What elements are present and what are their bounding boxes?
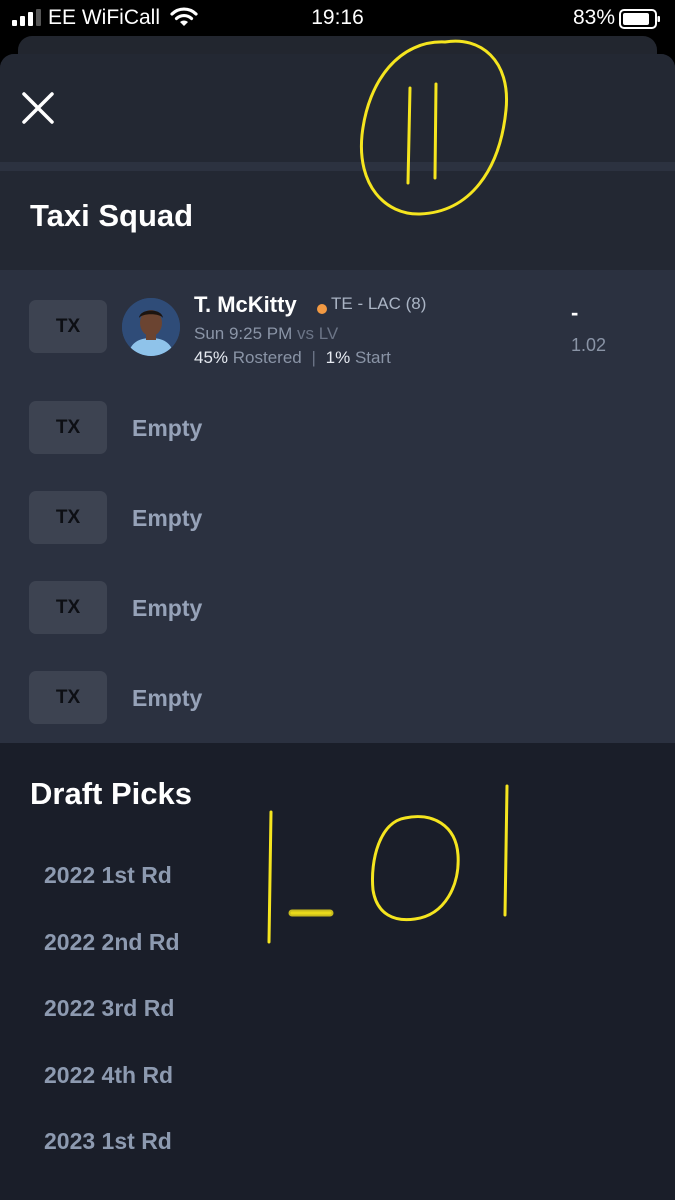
draft-pick-item[interactable]: 2022 2nd Rd xyxy=(44,929,180,956)
status-bar: EE WiFiCall 19:16 83% xyxy=(0,0,675,38)
battery-percent: 83% xyxy=(572,6,615,29)
roster-sheet: Taxi Squad TX T. McKitty TE - LAC (8) Su… xyxy=(0,54,675,1200)
pick-value: 1.02 xyxy=(571,335,607,355)
taxi-slot-badge[interactable]: TX xyxy=(29,401,107,454)
player-name[interactable]: T. McKitty xyxy=(194,292,297,318)
player-position-team: TE - LAC (8) xyxy=(331,294,427,313)
taxi-squad-list: TX T. McKitty TE - LAC (8) Sun 9:25 PM v… xyxy=(0,270,675,743)
battery-icon xyxy=(619,9,660,29)
start-percent: 1% xyxy=(325,348,351,367)
rostered-percent: 45% xyxy=(194,348,229,367)
draft-pick-item[interactable]: 2022 3rd Rd xyxy=(44,995,174,1022)
draft-pick-item[interactable]: 2022 1st Rd xyxy=(44,862,172,889)
taxi-slot-badge[interactable]: TX xyxy=(29,581,107,634)
taxi-slot-badge[interactable]: TX xyxy=(29,300,107,353)
start-label: Start xyxy=(354,348,391,367)
projection-dash: - xyxy=(571,300,579,325)
stats-separator: | xyxy=(311,348,316,367)
game-time: Sun 9:25 PM xyxy=(194,324,293,343)
empty-slot-label[interactable]: Empty xyxy=(132,505,202,532)
draft-pick-item[interactable]: 2022 4th Rd xyxy=(44,1062,173,1089)
draft-picks-title: Draft Picks xyxy=(30,776,192,811)
header-divider xyxy=(0,162,675,171)
empty-slot-label[interactable]: Empty xyxy=(132,595,202,622)
taxi-squad-title: Taxi Squad xyxy=(30,198,194,233)
draft-pick-item[interactable]: 2023 1st Rd xyxy=(44,1128,172,1155)
player-stats: 45% Rostered | 1% Start xyxy=(194,348,391,368)
sheet-header xyxy=(0,54,675,162)
empty-slot-label[interactable]: Empty xyxy=(132,685,202,712)
taxi-slot-badge[interactable]: TX xyxy=(29,491,107,544)
game-info: Sun 9:25 PM vs LV xyxy=(194,324,338,344)
status-dot xyxy=(317,304,327,314)
close-icon[interactable] xyxy=(18,88,58,128)
player-headshot-icon xyxy=(122,298,180,356)
empty-slot-label[interactable]: Empty xyxy=(132,415,202,442)
game-opponent: vs LV xyxy=(297,324,339,343)
player-avatar[interactable] xyxy=(122,298,180,356)
rostered-label: Rostered xyxy=(232,348,302,367)
taxi-slot-badge[interactable]: TX xyxy=(29,671,107,724)
